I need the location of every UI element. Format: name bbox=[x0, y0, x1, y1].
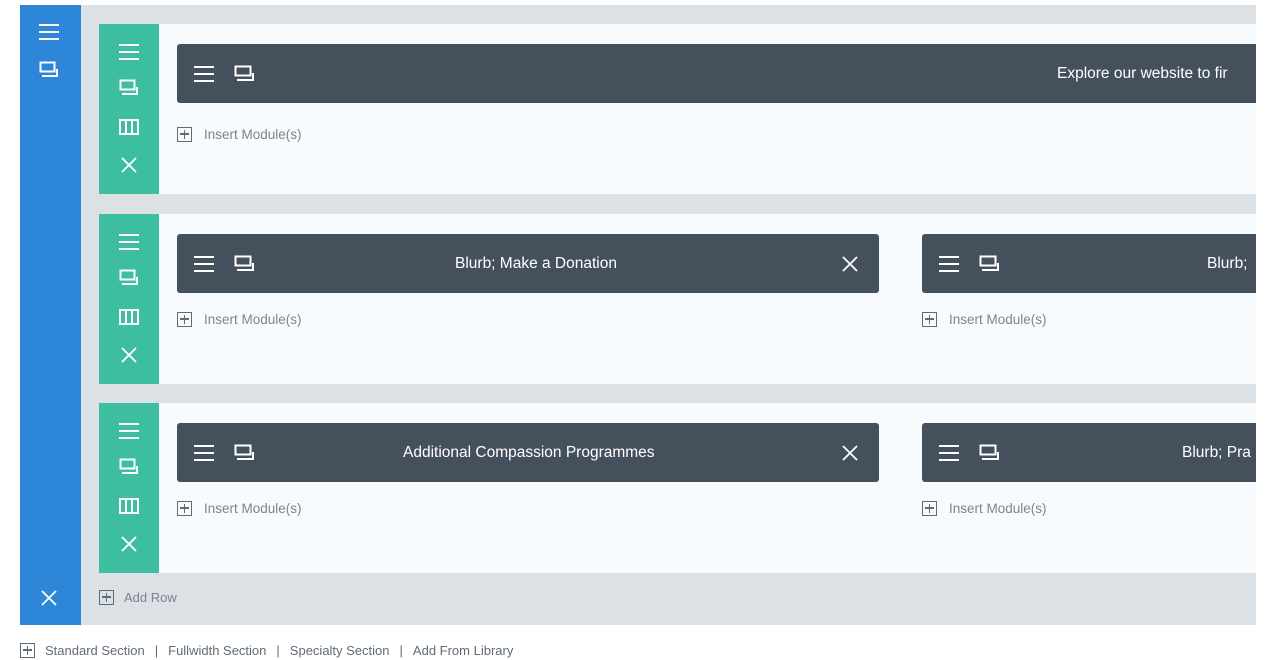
section-delete-icon[interactable] bbox=[40, 589, 58, 607]
module-delete-icon[interactable] bbox=[841, 444, 859, 462]
module-move-icon[interactable] bbox=[193, 255, 215, 273]
row-settings-icon[interactable] bbox=[119, 269, 139, 287]
plus-icon bbox=[922, 500, 937, 516]
row-content: Blurb; Make a Donation Insert Module(s) … bbox=[159, 214, 1256, 384]
module-move-icon[interactable] bbox=[193, 444, 215, 462]
module-settings-icon[interactable] bbox=[979, 444, 1001, 462]
module-block[interactable]: Blurb; bbox=[922, 234, 1256, 293]
row-columns-icon[interactable] bbox=[119, 119, 139, 135]
insert-module-button[interactable]: Insert Module(s) bbox=[177, 124, 302, 144]
module-title: Blurb; Pra bbox=[1182, 444, 1251, 461]
row: Explore our website to fir Insert Module… bbox=[99, 24, 1256, 194]
row-delete-icon[interactable] bbox=[120, 346, 138, 364]
module-settings-icon[interactable] bbox=[234, 444, 256, 462]
row-settings-icon[interactable] bbox=[119, 458, 139, 476]
add-section-bar: Standard Section | Fullwidth Section | S… bbox=[20, 640, 513, 660]
add-row-label: Add Row bbox=[124, 589, 177, 605]
module-title: Additional Compassion Programmes bbox=[403, 444, 655, 461]
row: Additional Compassion Programmes Insert … bbox=[99, 403, 1256, 573]
insert-module-label: Insert Module(s) bbox=[204, 311, 302, 327]
row-move-icon[interactable] bbox=[118, 43, 140, 61]
module-title: Explore our website to fir bbox=[1057, 65, 1228, 82]
row-settings-icon[interactable] bbox=[119, 79, 139, 97]
module-settings-icon[interactable] bbox=[979, 255, 1001, 273]
module-title: Blurb; Make a Donation bbox=[455, 255, 617, 272]
row-content: Explore our website to fir Insert Module… bbox=[159, 24, 1256, 194]
plus-icon bbox=[177, 500, 192, 516]
plus-icon bbox=[177, 126, 192, 142]
separator: | bbox=[154, 642, 159, 658]
plus-icon bbox=[922, 311, 937, 327]
insert-module-label: Insert Module(s) bbox=[204, 500, 302, 516]
row-columns-icon[interactable] bbox=[119, 309, 139, 325]
row-delete-icon[interactable] bbox=[120, 535, 138, 553]
add-from-library-link[interactable]: Add From Library bbox=[413, 643, 513, 658]
row-content: Additional Compassion Programmes Insert … bbox=[159, 403, 1256, 573]
separator: | bbox=[276, 642, 280, 658]
row-toolbar bbox=[99, 403, 159, 573]
insert-module-button[interactable]: Insert Module(s) bbox=[922, 309, 1047, 329]
insert-module-button[interactable]: Insert Module(s) bbox=[922, 498, 1047, 518]
specialty-section-link[interactable]: Specialty Section bbox=[290, 643, 390, 658]
row-columns-icon[interactable] bbox=[119, 498, 139, 514]
module-move-icon[interactable] bbox=[938, 255, 960, 273]
row: Blurb; Make a Donation Insert Module(s) … bbox=[99, 214, 1256, 384]
module-delete-icon[interactable] bbox=[841, 255, 859, 273]
insert-module-label: Insert Module(s) bbox=[949, 311, 1047, 327]
section-move-icon[interactable] bbox=[38, 23, 60, 41]
insert-module-button[interactable]: Insert Module(s) bbox=[177, 498, 302, 518]
module-move-icon[interactable] bbox=[193, 65, 215, 83]
section-body: Explore our website to fir Insert Module… bbox=[81, 5, 1256, 625]
row-move-icon[interactable] bbox=[118, 233, 140, 251]
add-row-button[interactable]: Add Row bbox=[99, 587, 177, 607]
module-settings-icon[interactable] bbox=[234, 65, 256, 83]
row-delete-icon[interactable] bbox=[120, 156, 138, 174]
module-block[interactable]: Additional Compassion Programmes bbox=[177, 423, 879, 482]
section-settings-icon[interactable] bbox=[39, 61, 59, 79]
row-toolbar bbox=[99, 214, 159, 384]
insert-module-label: Insert Module(s) bbox=[204, 126, 302, 142]
row-toolbar bbox=[99, 24, 159, 194]
module-title: Blurb; bbox=[1207, 255, 1248, 272]
module-move-icon[interactable] bbox=[938, 444, 960, 462]
separator: | bbox=[399, 642, 403, 658]
module-block[interactable]: Explore our website to fir bbox=[177, 44, 1256, 103]
row-move-icon[interactable] bbox=[118, 422, 140, 440]
plus-icon bbox=[99, 589, 114, 605]
plus-icon bbox=[177, 311, 192, 327]
fullwidth-section-link[interactable]: Fullwidth Section bbox=[168, 643, 266, 658]
insert-module-label: Insert Module(s) bbox=[949, 500, 1047, 516]
standard-section-link[interactable]: Standard Section bbox=[45, 643, 145, 658]
plus-icon bbox=[20, 642, 35, 658]
module-block[interactable]: Blurb; Make a Donation bbox=[177, 234, 879, 293]
module-block[interactable]: Blurb; Pra bbox=[922, 423, 1256, 482]
insert-module-button[interactable]: Insert Module(s) bbox=[177, 309, 302, 329]
module-settings-icon[interactable] bbox=[234, 255, 256, 273]
section-toolbar bbox=[20, 5, 81, 625]
